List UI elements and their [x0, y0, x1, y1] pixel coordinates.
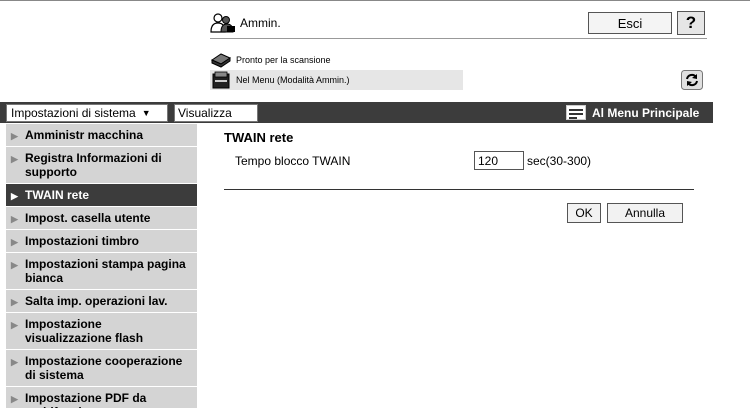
main-menu-icon [566, 105, 586, 120]
system-settings-select[interactable]: Impostazioni di sistema ▼ [6, 104, 168, 122]
view-tab[interactable]: Visualizza [174, 104, 258, 122]
cancel-button[interactable]: Annulla [607, 203, 683, 223]
main-menu-link[interactable]: Al Menu Principale [566, 103, 699, 122]
sidebar-item-label: Salta imp. operazioni lav. [25, 294, 168, 308]
twain-timeout-row: Tempo blocco TWAIN sec(30-300) [235, 151, 695, 171]
twain-timeout-input[interactable] [474, 151, 524, 170]
sidebar-item-label: Impostazione PDF da multifunzione [25, 391, 147, 408]
user-name: Ammin. [240, 16, 281, 30]
chevron-down-icon: ▼ [141, 108, 151, 118]
sidebar-item-label: Amministr macchina [25, 128, 144, 142]
sidebar-item-twain-network[interactable]: ▶ TWAIN rete [6, 184, 197, 207]
triangle-right-icon: ▶ [11, 191, 18, 201]
mode-status-text: Nel Menu (Modalità Ammin.) [236, 75, 350, 85]
toolbar: Impostazioni di sistema ▼ Visualizza Al … [0, 102, 713, 123]
mode-status: Nel Menu (Modalità Ammin.) [210, 70, 463, 90]
sidebar-item-label: Impostazione cooperazione di sistema [25, 354, 183, 382]
refresh-button[interactable] [680, 69, 704, 91]
help-button[interactable]: ? [677, 11, 705, 35]
scan-status-text: Pronto per la scansione [236, 55, 331, 65]
sidebar-item-user-box[interactable]: ▶ Impost. casella utente [6, 207, 197, 230]
sidebar-item-label: Impostazione visualizzazione flash [25, 317, 144, 345]
triangle-right-icon: ▶ [11, 320, 18, 330]
sidebar-item-machine-admin[interactable]: ▶ Amministr macchina [6, 124, 197, 147]
ok-button[interactable]: OK [567, 203, 601, 223]
twain-timeout-label: Tempo blocco TWAIN [235, 154, 351, 168]
expand-triangle-icon: ▶ [11, 214, 18, 224]
user-info: Ammin. [210, 11, 281, 35]
sidebar-item-skip-job[interactable]: ▶ Salta imp. operazioni lav. [6, 290, 197, 313]
twain-timeout-unit: sec(30-300) [527, 154, 592, 168]
device-icon [212, 71, 230, 89]
sidebar-item-blank-page[interactable]: ▶ Impostazioni stampa pagina bianca [6, 253, 197, 290]
expand-triangle-icon: ▶ [11, 237, 18, 247]
scan-status: Pronto per la scansione [210, 51, 331, 69]
admin-user-icon [210, 13, 235, 33]
sidebar-item-label: Registra Informazioni di supporto [25, 151, 162, 179]
triangle-right-icon: ▶ [11, 260, 18, 270]
sidebar-item-label: Impostazioni timbro [25, 234, 139, 248]
scanner-icon [210, 53, 232, 68]
sidebar-item-stamp-settings[interactable]: ▶ Impostazioni timbro [6, 230, 197, 253]
page-title: TWAIN rete [224, 130, 294, 145]
triangle-right-icon: ▶ [11, 357, 18, 367]
main-content: TWAIN rete Tempo blocco TWAIN sec(30-300… [224, 130, 694, 223]
logout-button[interactable]: Esci [588, 12, 672, 34]
sidebar-item-flash-display[interactable]: ▶ Impostazione visualizzazione flash [6, 313, 197, 350]
sidebar-item-label: Impostazioni stampa pagina bianca [25, 257, 186, 285]
triangle-right-icon: ▶ [11, 154, 18, 164]
main-menu-label: Al Menu Principale [592, 105, 700, 120]
sidebar-item-system-cooperation[interactable]: ▶ Impostazione cooperazione di sistema [6, 350, 197, 387]
sidebar-item-support-info[interactable]: ▶ Registra Informazioni di supporto [6, 147, 197, 184]
header: Ammin. Esci ? Pronto per la scansione Ne… [0, 0, 750, 100]
refresh-icon [681, 70, 703, 90]
sidebar-item-pdf-mfp[interactable]: ▶ Impostazione PDF da multifunzione [6, 387, 197, 408]
triangle-right-icon: ▶ [11, 394, 18, 404]
sidebar-item-label: TWAIN rete [25, 188, 90, 202]
triangle-right-icon: ▶ [11, 297, 18, 307]
header-divider [210, 38, 707, 39]
system-settings-select-value: Impostazioni di sistema [11, 106, 136, 120]
sidebar-item-label: Impost. casella utente [25, 211, 151, 225]
section-divider [224, 189, 694, 190]
sidebar: ▶ Amministr macchina ▶ Registra Informaz… [6, 124, 197, 408]
triangle-right-icon: ▶ [11, 131, 18, 141]
